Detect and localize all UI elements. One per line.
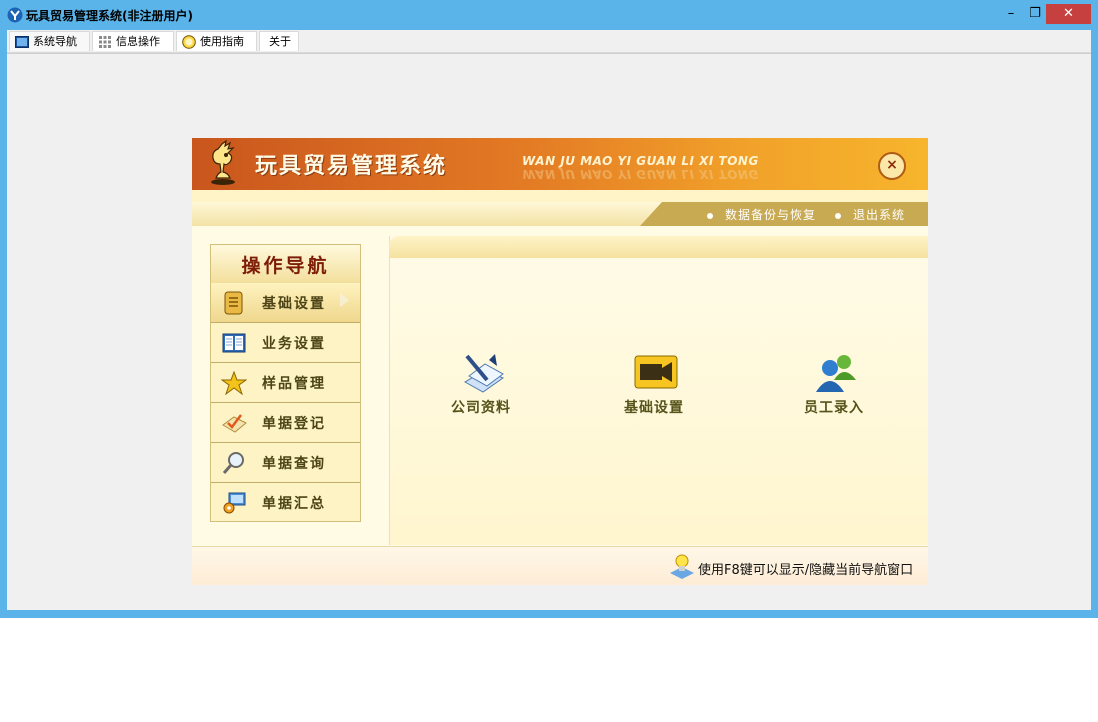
footer-bar: 使用F8键可以显示/隐藏当前导航窗口 (192, 546, 928, 585)
nav-title: 操作导航 (241, 255, 330, 277)
nav-item-label: 单据登记 (262, 416, 326, 432)
grid-icon (99, 36, 111, 48)
window-title: 玩具贸易管理系统(非注册用户) (26, 9, 193, 23)
close-button[interactable]: ✕ (1046, 4, 1091, 24)
feature-company-info[interactable]: 公司资料 (436, 352, 526, 422)
magnifier-icon (222, 452, 244, 474)
backup-restore-link[interactable]: 数据备份与恢复 (707, 206, 816, 223)
nav-item-label: 基础设置 (262, 296, 326, 312)
star-icon (221, 371, 247, 395)
nav-item-label: 单据汇总 (262, 496, 326, 512)
tab-system-navigation[interactable]: 系统导航 (9, 31, 90, 51)
divider (7, 53, 1091, 54)
navigation-panel: 玩具贸易管理系统 WAN JU MAO YI GUAN LI XI TONG W… (192, 138, 928, 585)
checkmark-note-icon (222, 414, 247, 433)
window-icon (15, 36, 29, 48)
app-subtitle-reflection: WAN JU MAO YI GUAN LI XI TONG (522, 167, 759, 181)
minimize-button[interactable]: – (1000, 4, 1022, 24)
top-menu-bar: 数据备份与恢复 退出系统 (192, 202, 928, 226)
nav-item-label: 单据查询 (262, 456, 326, 472)
help-icon (182, 35, 196, 49)
nav-header: 操作导航 (211, 245, 360, 284)
app-window: 玩具贸易管理系统(非注册用户) – ❐ ✕ 系统导航 信息操作 使用指南 关于 … (0, 0, 1098, 618)
nav-item-document-registration[interactable]: 单据登记 (211, 403, 360, 443)
app-logo-icon (7, 7, 23, 23)
operation-nav: 操作导航 基础设置 业务设置 样品管理 单据登记 单据查询 单据汇总 (210, 244, 361, 522)
nav-item-label: 样品管理 (262, 376, 326, 392)
tab-label: 使用指南 (200, 35, 244, 48)
feature-staff-entry[interactable]: 员工录入 (789, 352, 879, 422)
pen-paper-icon (464, 354, 505, 393)
exit-system-label: 退出系统 (853, 208, 906, 222)
tab-info-operation[interactable]: 信息操作 (92, 31, 174, 51)
tab-label: 信息操作 (116, 35, 160, 48)
tab-user-guide[interactable]: 使用指南 (176, 31, 257, 51)
backup-restore-label: 数据备份与恢复 (725, 208, 817, 222)
nav-item-label: 业务设置 (262, 336, 326, 352)
feature-label: 员工录入 (804, 400, 864, 416)
tab-bar: 系统导航 信息操作 使用指南 关于 (7, 30, 1091, 53)
nav-item-document-summary[interactable]: 单据汇总 (211, 483, 360, 523)
banner: 玩具贸易管理系统 WAN JU MAO YI GUAN LI XI TONG W… (192, 138, 928, 190)
book-icon (222, 333, 246, 353)
tab-about[interactable]: 关于 (259, 31, 299, 51)
ledger-icon (224, 291, 243, 315)
exit-system-link[interactable]: 退出系统 (835, 206, 905, 223)
chevron-right-icon (340, 293, 349, 307)
bullet-icon (835, 212, 841, 219)
video-camera-icon (634, 355, 678, 389)
bullet-icon (707, 212, 713, 219)
mascot-logo-icon (211, 140, 235, 185)
computer-gear-icon (223, 492, 246, 514)
nav-item-business-settings[interactable]: 业务设置 (211, 323, 360, 363)
feature-label: 公司资料 (451, 400, 511, 416)
f8-hint-text: 使用F8键可以显示/隐藏当前导航窗口 (698, 563, 914, 578)
nav-item-basic-settings[interactable]: 基础设置 (211, 283, 360, 323)
app-subtitle: WAN JU MAO YI GUAN LI XI TONG (522, 154, 759, 168)
restore-button[interactable]: ❐ (1024, 4, 1046, 24)
feature-label: 基础设置 (624, 400, 684, 416)
client-area: 系统导航 信息操作 使用指南 关于 玩具贸易管理系统 WAN JU MAO YI… (7, 30, 1091, 610)
title-bar[interactable]: 玩具贸易管理系统(非注册用户) – ❐ ✕ (0, 0, 1098, 30)
tab-label: 系统导航 (33, 35, 77, 48)
users-icon (816, 355, 856, 392)
content-header-band (389, 236, 928, 258)
panel-close-button[interactable]: × (878, 152, 906, 180)
app-title: 玩具贸易管理系统 (255, 154, 448, 179)
lightbulb-icon (670, 554, 694, 579)
tab-label: 关于 (269, 35, 291, 48)
nav-item-document-query[interactable]: 单据查询 (211, 443, 360, 483)
banner-strip (192, 190, 928, 202)
feature-basic-settings[interactable]: 基础设置 (609, 352, 699, 422)
nav-item-sample-management[interactable]: 样品管理 (211, 363, 360, 403)
